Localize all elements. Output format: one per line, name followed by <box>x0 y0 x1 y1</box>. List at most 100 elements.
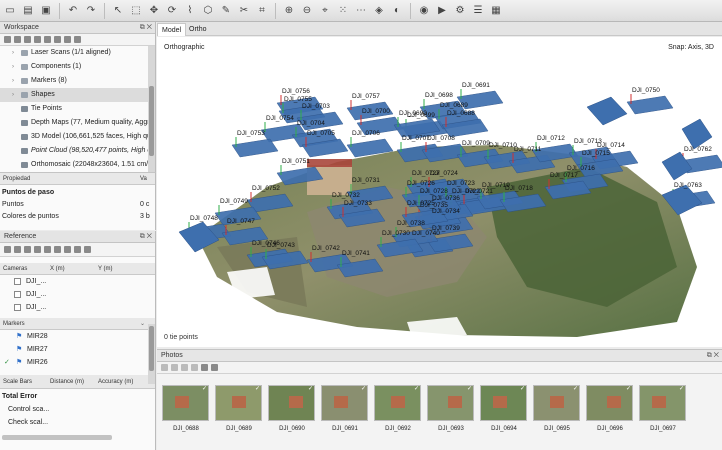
camera-checkbox[interactable] <box>14 291 21 298</box>
camera-label[interactable]: DJI_0707 <box>402 135 430 142</box>
camera-label[interactable]: DJI_0730 <box>382 230 410 237</box>
photo-thumbnail[interactable]: ✓ <box>215 385 262 421</box>
tab-model[interactable]: Model <box>157 23 187 36</box>
camera-label[interactable]: DJI_0757 <box>352 93 380 100</box>
camera-label[interactable]: DJI_0750 <box>632 87 660 94</box>
redo-icon[interactable]: ↷ <box>83 3 99 19</box>
remove-icon[interactable] <box>24 36 31 43</box>
move-icon[interactable]: ✥ <box>146 3 162 19</box>
expand-arrow-icon[interactable]: › <box>12 46 14 60</box>
camera-column-header[interactable]: Y (m) <box>98 263 113 275</box>
photo-thumbnail[interactable]: ✓ <box>533 385 580 421</box>
camera-label[interactable]: DJI_0731 <box>352 177 380 184</box>
camera-icon[interactable]: ◉ <box>416 3 432 19</box>
camera-label[interactable]: DJI_0733 <box>344 200 372 207</box>
camera-label[interactable]: DJI_0739 <box>432 225 460 232</box>
camera-label[interactable]: DJI_0738 <box>397 220 425 227</box>
camera-plane[interactable] <box>231 138 279 158</box>
panel-float-close-icons[interactable]: ⧉ ✕ <box>707 350 719 362</box>
camera-label[interactable]: DJI_0762 <box>684 146 712 153</box>
camera-label[interactable]: DJI_0723 <box>447 180 475 187</box>
camera-label[interactable]: DJI_0756 <box>282 88 310 95</box>
zoom-in-icon[interactable]: ⊕ <box>281 3 297 19</box>
remove-camera-icon[interactable] <box>181 364 188 371</box>
camera-label[interactable]: DJI_0726 <box>407 180 435 187</box>
marker-row[interactable]: ⚑ MIR27 <box>0 343 155 356</box>
export-icon[interactable] <box>14 246 21 253</box>
camera-label[interactable]: DJI_0721 <box>465 188 493 195</box>
camera-column-header[interactable]: X (m) <box>50 263 65 275</box>
draw-polygon-icon[interactable]: ⬡ <box>200 3 216 19</box>
camera-label[interactable]: DJI_0747 <box>227 218 255 225</box>
video-icon[interactable]: ▶ <box>434 3 450 19</box>
menu-icon[interactable]: ☰ <box>470 3 486 19</box>
expand-arrow-icon[interactable]: › <box>12 74 14 88</box>
camera-label[interactable]: DJI_0718 <box>505 185 533 192</box>
tree-item[interactable]: Point Cloud (98,520,477 points, High qua <box>0 144 155 158</box>
import-icon[interactable] <box>4 246 11 253</box>
camera-label[interactable]: DJI_0734 <box>432 208 460 215</box>
view-source-icon[interactable] <box>54 246 61 253</box>
camera-label[interactable]: DJI_0688 <box>447 110 475 117</box>
expand-arrow-icon[interactable]: › <box>12 60 14 74</box>
camera-label[interactable]: DJI_0755 <box>284 96 312 103</box>
enable-icon[interactable] <box>44 36 51 43</box>
camera-label[interactable]: DJI_0691 <box>462 82 490 89</box>
expand-arrow-icon[interactable]: › <box>12 88 14 102</box>
camera-label[interactable]: DJI_0728 <box>420 188 448 195</box>
filter-icon[interactable] <box>201 364 208 371</box>
camera-label[interactable]: DJI_0700 <box>362 108 390 115</box>
marker-row[interactable]: ⚑ MIR28 <box>0 330 155 343</box>
camera-plane[interactable] <box>586 96 628 126</box>
enable-camera-icon[interactable] <box>161 364 168 371</box>
marker-row[interactable]: ✓ ⚑ MIR26 <box>0 356 155 369</box>
undo-icon[interactable]: ↶ <box>65 3 81 19</box>
camera-label[interactable]: DJI_0752 <box>252 185 280 192</box>
camera-label[interactable]: DJI_0717 <box>550 172 578 179</box>
photo-thumbnail[interactable]: ✓ <box>374 385 421 421</box>
disable-camera-icon[interactable] <box>171 364 178 371</box>
tree-item[interactable]: Orthomosaic (22048x23604, 1.51 cm/pix <box>0 158 155 172</box>
camera-label[interactable]: DJI_0751 <box>282 158 310 165</box>
reset-icon[interactable] <box>44 246 51 253</box>
horizontal-scrollbar[interactable] <box>2 435 112 440</box>
map-icon[interactable]: ▦ <box>488 3 504 19</box>
close-icon[interactable] <box>74 36 81 43</box>
panel-float-close-icons[interactable]: ⧉ ✕ <box>140 22 152 34</box>
camera-label[interactable]: DJI_0715 <box>582 150 610 157</box>
camera-label[interactable]: DJI_0724 <box>430 170 458 177</box>
camera-row[interactable]: DJI_... <box>0 275 155 288</box>
markers-scrollbar[interactable] <box>148 324 155 384</box>
tree-item[interactable]: › Markers (8) <box>0 74 155 88</box>
camera-label[interactable]: DJI_0711 <box>514 146 541 153</box>
model-icon[interactable]: ◈ <box>371 3 387 19</box>
camera-checkbox[interactable] <box>14 278 21 285</box>
tab-ortho[interactable]: Ortho <box>185 23 211 36</box>
photo-thumbnail[interactable]: ✓ <box>639 385 686 421</box>
points-icon[interactable]: ⋯ <box>353 3 369 19</box>
scalebar-column-header[interactable]: Scale Bars <box>3 375 32 389</box>
convert-icon[interactable] <box>24 246 31 253</box>
select-rect-icon[interactable]: ⬚ <box>128 3 144 19</box>
photo-thumbnail[interactable]: ✓ <box>268 385 315 421</box>
rotate-camera-icon[interactable] <box>191 364 198 371</box>
search-icon[interactable] <box>64 36 71 43</box>
camera-label[interactable]: DJI_0753 <box>237 130 265 137</box>
camera-label[interactable]: DJI_0743 <box>267 242 295 249</box>
new-icon[interactable]: ▭ <box>2 3 18 19</box>
add-photos-icon[interactable] <box>14 36 21 43</box>
photo-thumbnail[interactable]: ✓ <box>162 385 209 421</box>
camera-column-header[interactable]: Cameras <box>3 263 27 275</box>
cut-icon[interactable]: ✂ <box>236 3 252 19</box>
panel-float-close-icons[interactable]: ⧉ ✕ <box>140 231 152 243</box>
camera-plane[interactable] <box>626 95 674 115</box>
scalebar-column-header[interactable]: Distance (m) <box>50 375 84 389</box>
pointer-icon[interactable]: ↖ <box>110 3 126 19</box>
camera-label[interactable]: DJI_0749 <box>220 198 248 205</box>
camera-label[interactable]: DJI_0705 <box>307 130 335 137</box>
crop-icon[interactable]: ⌗ <box>254 3 270 19</box>
tree-item[interactable]: › Shapes <box>0 88 155 102</box>
collapse-icon[interactable]: ⌄ <box>140 318 145 330</box>
camera-label[interactable]: DJI_0716 <box>567 165 595 172</box>
star-icon[interactable] <box>34 246 41 253</box>
